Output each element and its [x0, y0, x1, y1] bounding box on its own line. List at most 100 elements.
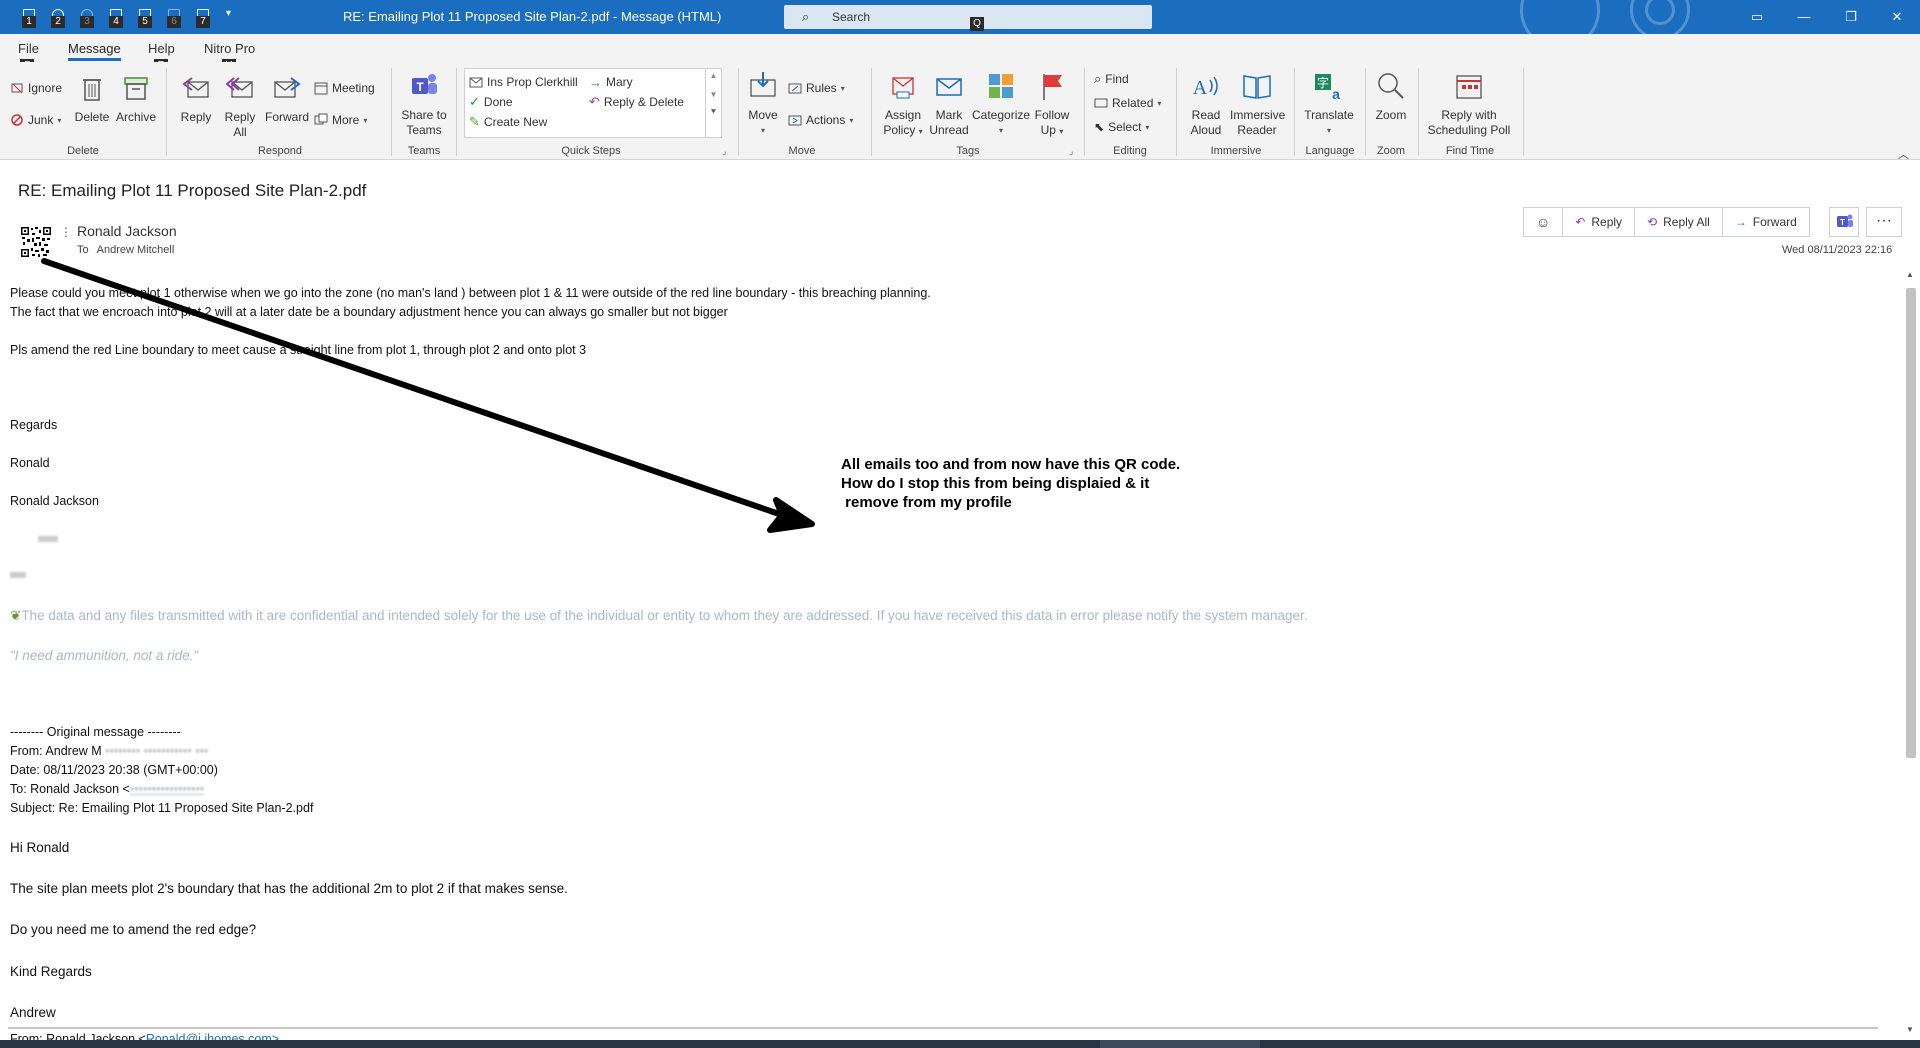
reply-all-action-button[interactable]: ⟲ Reply All [1635, 208, 1723, 236]
down-arrow-icon[interactable]: 5 [136, 8, 154, 28]
redacted-email-link[interactable]: ••••••••••••••••• [130, 782, 204, 796]
scroll-thumb[interactable] [8, 1027, 1878, 1029]
body-line-3: Pls amend the red Line boundary to meet … [10, 343, 587, 357]
reply-arrow-icon: ↶ [589, 94, 600, 109]
actions-button[interactable]: Actions ▾ [788, 111, 853, 129]
mark-unread-button[interactable]: Mark Unread [928, 70, 970, 138]
quick-step-done[interactable]: ✓ Done [469, 93, 513, 111]
share-to-teams-button[interactable]: T Share to Teams [399, 70, 449, 138]
svg-text:A: A [1193, 77, 1208, 99]
move-button[interactable]: Move ▾ [744, 70, 782, 138]
redo-icon[interactable]: 3 [78, 8, 96, 28]
related-button[interactable]: Related ▾ [1094, 94, 1161, 112]
print-icon[interactable]: 6 [165, 8, 183, 28]
chevron-down-icon: ▾ [998, 126, 1003, 135]
tab-nitro-pro[interactable]: Nitro ProY [204, 41, 255, 73]
svg-text:a: a [1332, 86, 1340, 102]
up-arrow-icon[interactable]: 4 [107, 8, 125, 28]
policy-icon [892, 77, 914, 99]
signature-quote: "I need ammunition, not a ride." [10, 648, 199, 663]
minimize-icon[interactable]: — [1793, 6, 1815, 28]
archive-button[interactable]: Archive [114, 72, 158, 125]
quick-step-ins-prop-clerkhill[interactable]: Ins Prop Clerkhill [469, 73, 578, 91]
vertical-scrollbar[interactable]: ▲ ▼ [1904, 270, 1918, 1040]
assign-policy-button[interactable]: Assign Policy ▾ [880, 70, 926, 139]
redacted-text [38, 536, 58, 542]
forward-icon: → [1734, 215, 1747, 229]
search-icon: ⌕ [802, 9, 810, 24]
dialog-launcher-icon[interactable]: ⌟ [722, 146, 726, 157]
reply-with-scheduling-poll-button[interactable]: Reply with Scheduling Poll [1424, 70, 1514, 138]
translate-button[interactable]: 字a Translate ▾ [1302, 70, 1356, 138]
reply-button[interactable]: Reply [178, 72, 214, 125]
chevron-down-icon[interactable]: ▼ [706, 90, 721, 99]
search-box[interactable]: ⌕ Q [784, 5, 1152, 31]
customize-toolbar-icon[interactable]: ▾ [226, 8, 231, 19]
contact-card-icon[interactable]: ⋮ [60, 226, 72, 238]
follow-up-button[interactable]: Follow Up ▾ [1032, 70, 1072, 139]
leaf-icon: ❦ [10, 608, 22, 623]
ribbon-display-icon[interactable]: ▭ [1746, 6, 1768, 28]
reply-all-button[interactable]: Reply All [222, 72, 258, 140]
sender-name[interactable]: Ronald Jackson [77, 223, 177, 239]
smiley-icon: ☺ [1536, 214, 1551, 230]
reply-action-button[interactable]: ↶ Reply [1563, 208, 1636, 236]
more-actions-button[interactable]: ··· [1866, 207, 1902, 237]
find-button[interactable]: ⌕ Find [1094, 70, 1129, 88]
chevron-down-icon: ▾ [849, 115, 854, 125]
ignore-icon [11, 83, 23, 94]
rules-button[interactable]: Rules ▾ [788, 79, 845, 97]
meeting-button[interactable]: Meeting [314, 79, 375, 97]
ignore-button[interactable]: Ignore [10, 79, 62, 97]
recipient-name[interactable]: Andrew Mitchell [97, 244, 175, 256]
scroll-up-icon[interactable]: ▲ [1906, 270, 1914, 279]
scroll-down-icon[interactable]: ▼ [1906, 1025, 1914, 1034]
title-decoration [1480, 0, 1730, 34]
reply-icon: ↶ [1575, 215, 1586, 229]
undo-icon[interactable]: 2 [49, 8, 67, 28]
move-icon [750, 72, 776, 97]
junk-button[interactable]: Junk ▾ [10, 111, 61, 129]
scroll-thumb[interactable] [1906, 288, 1916, 758]
quick-step-mary[interactable]: → Mary [589, 73, 633, 91]
read-aloud-button[interactable]: A Read Aloud [1184, 70, 1228, 138]
close-icon[interactable]: ✕ [1886, 6, 1908, 28]
recipient-line: To Andrew Mitchell [77, 244, 175, 256]
quick-step-reply-delete[interactable]: ↶ Reply & Delete [589, 93, 684, 111]
collapse-ribbon-icon[interactable]: ︿ [1898, 146, 1909, 162]
touch-mode-icon[interactable]: 7 [194, 8, 212, 28]
select-button[interactable]: ⬉ Select ▾ [1094, 118, 1149, 136]
forward-action-button[interactable]: → Forward [1723, 208, 1809, 236]
restore-icon[interactable]: ❐ [1840, 6, 1862, 28]
save-icon[interactable]: 1 [20, 8, 38, 28]
horizontal-scrollbar[interactable] [0, 1023, 1904, 1035]
categorize-button[interactable]: Categorize ▾ [972, 70, 1030, 138]
more-respond-button[interactable]: More ▾ [314, 111, 367, 129]
forward-button[interactable]: Forward [264, 72, 310, 125]
translate-icon: 字a [1315, 74, 1340, 102]
immersive-reader-button[interactable]: Immersive Reader [1230, 70, 1285, 138]
emoji-reaction-button[interactable]: ☺ [1524, 208, 1564, 236]
quick-steps-scroll[interactable]: ▲ ▼ ⯆ [705, 69, 721, 137]
tab-help[interactable]: HelpE [148, 41, 175, 73]
teams-icon: T [412, 74, 437, 94]
zoom-button[interactable]: Zoom [1372, 70, 1410, 123]
teams-chat-button[interactable]: T [1829, 207, 1859, 237]
delete-button[interactable]: Delete [74, 72, 110, 125]
regards-text: Regards [10, 418, 58, 432]
pencil-icon: ✎ [469, 114, 480, 129]
dialog-launcher-icon[interactable]: ⌟ [1069, 146, 1073, 157]
chevron-down-icon: ▾ [57, 115, 62, 125]
reply-icon [182, 77, 209, 98]
flag-icon [1043, 74, 1062, 100]
tab-message[interactable]: MessageH [68, 41, 121, 76]
search-icon: ⌕ [1094, 71, 1102, 86]
quick-step-create-new[interactable]: ✎ Create New [469, 113, 547, 131]
expand-gallery-icon[interactable]: ⯆ [706, 107, 721, 118]
site-plan-text: The site plan meets plot 2's boundary th… [10, 881, 568, 896]
chevron-up-icon[interactable]: ▲ [706, 71, 721, 80]
tab-file[interactable]: FileF [18, 41, 39, 73]
chevron-down-icon: ▾ [918, 127, 923, 136]
body-line-1: Please could you meet plot 1 otherwise w… [10, 286, 931, 300]
taskbar-active-item[interactable] [1100, 1040, 1260, 1048]
